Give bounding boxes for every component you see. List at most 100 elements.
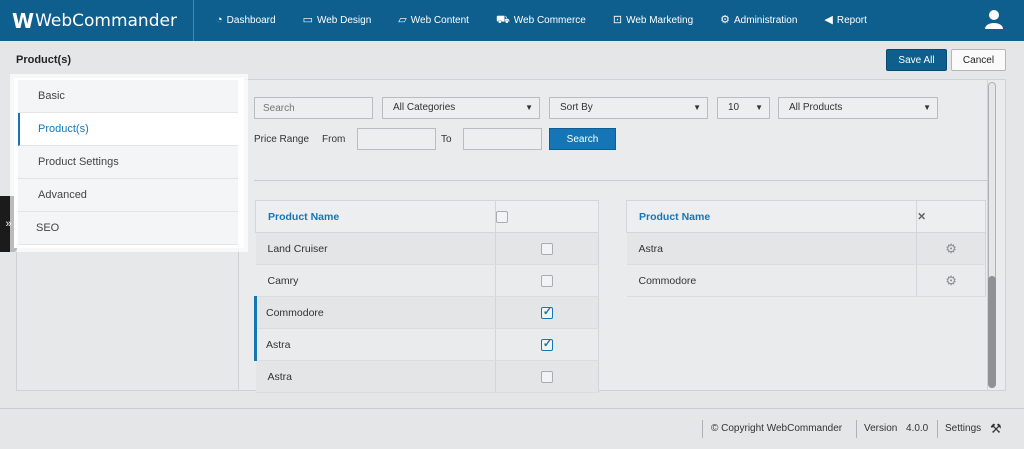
cart-icon: ⛟ [495,14,510,26]
logo-mark: W [12,8,34,33]
table-row[interactable]: Astra [254,328,600,361]
table-row[interactable]: Astra ⚙ [626,232,986,265]
page-title: Product(s) [16,54,71,66]
footer-separator [937,420,938,438]
price-range-label: Price Range [254,134,310,145]
checkbox-cell [495,328,600,361]
caret-down-icon: ▼ [755,103,763,112]
search-button[interactable]: Search [549,128,616,150]
sidemenu-item-products[interactable]: Product(s) [18,113,238,146]
settings-wrench-icon[interactable]: ⚒ [990,421,1002,437]
sidemenu-item-advanced[interactable]: Advanced [18,179,238,212]
to-label: To [441,134,452,145]
row-checkbox[interactable] [540,242,553,255]
nav-report[interactable]: ◀ Report [824,0,866,41]
product-name-cell: Astra [626,232,918,265]
table-row[interactable]: Astra [255,360,600,393]
price-from-input[interactable] [357,128,436,150]
footer: © Copyright WebCommander Version 4.0.0 S… [0,408,1024,449]
product-name-cell: Astra [255,360,496,393]
settings-cell: ⚙ [916,264,986,297]
search-input[interactable] [254,97,373,119]
remove-all-icon[interactable]: ✕ [917,211,926,223]
nav-label: Web Commerce [513,15,586,26]
caret-down-icon: ▼ [923,103,931,112]
save-all-button[interactable]: Save All [886,49,947,71]
chart-icon: ⊡ [612,14,623,26]
nav-web-content[interactable]: ▱ Web Content [398,0,469,41]
main-nav: ◔ Dashboard ▭ Web Design ▱ Web Content ⛟ Web… [216,0,894,41]
user-avatar-icon[interactable] [984,9,1004,33]
cancel-button[interactable]: Cancel [951,49,1006,71]
copyright-text: © Copyright WebCommander [711,423,843,434]
nav-web-marketing[interactable]: ⊡ Web Marketing [613,0,693,41]
nav-administration[interactable]: ⚙ Administration [720,0,797,41]
checkbox-cell [495,296,600,329]
nav-web-commerce[interactable]: ⛟ Web Commerce [496,0,586,41]
sidemenu-item-product-settings[interactable]: Product Settings [18,146,238,179]
nav-dashboard[interactable]: ◔ Dashboard [216,0,276,41]
nav-label: Report [836,15,867,26]
checkbox-cell [495,264,600,297]
row-checkbox-checked[interactable] [540,305,553,319]
available-products-table: Product Name Land Cruiser Camry Commodor… [254,200,600,393]
remove-all-header[interactable]: ✕ [916,200,986,233]
monitor-icon: ▭ [302,14,313,26]
sidemenu-item-seo[interactable]: SEO [18,212,238,245]
nav-label: Web Marketing [626,15,694,26]
version-label: Version [864,423,898,434]
category-select[interactable]: All Categories ▼ [382,97,540,119]
product-filter-value: All Products [789,102,843,113]
table-row[interactable]: Land Cruiser [255,232,600,265]
product-name-column-header[interactable]: Product Name [625,200,918,233]
sort-select[interactable]: Sort By ▼ [549,97,708,119]
gear-icon[interactable]: ⚙ [945,241,957,256]
from-label: From [322,134,346,145]
product-filter-select[interactable]: All Products ▼ [778,97,938,119]
checkbox-cell [495,232,600,265]
dashboard-icon: ◔ [216,14,223,26]
row-checkbox-checked[interactable] [540,337,553,351]
settings-cell: ⚙ [916,232,986,265]
gear-icon[interactable]: ⚙ [945,273,957,288]
checkbox-cell [495,360,600,393]
row-checkbox[interactable] [540,370,553,383]
category-select-value: All Categories [393,102,456,113]
sort-select-value: Sort By [560,102,593,113]
outer-scrollbar[interactable] [987,80,1001,390]
page-size-select[interactable]: 10 ▼ [717,97,770,119]
product-name-cell: Commodore [254,296,496,329]
table-row[interactable]: Commodore [254,296,600,329]
selected-products-table: Product Name ✕ Astra ⚙ Commodore ⚙ [625,200,986,297]
megaphone-icon: ◀ [824,14,833,26]
filter-divider [254,180,988,181]
table-row[interactable]: Camry [255,264,600,297]
sidemenu-item-basic[interactable]: Basic [18,80,238,113]
product-name-cell: Astra [254,328,496,361]
nav-label: Web Design [316,15,372,26]
nav-label: Administration [734,15,798,26]
product-name-column-header[interactable]: Product Name [255,200,496,233]
gear-icon: ⚙ [720,14,731,26]
nav-label: Dashboard [226,15,276,26]
price-to-input[interactable] [463,128,542,150]
nav-web-design[interactable]: ▭ Web Design [303,0,372,41]
product-name-cell: Land Cruiser [255,232,496,265]
app-logo[interactable]: W WebCommander [0,0,194,41]
product-name-cell: Commodore [626,264,918,297]
caret-down-icon: ▼ [693,103,701,112]
folder-icon: ▱ [398,14,407,26]
footer-separator [702,420,703,438]
row-checkbox[interactable] [540,274,553,287]
page-size-value: 10 [728,102,740,113]
nav-label: Web Content [410,15,469,26]
select-all-checkbox[interactable] [495,210,508,223]
settings-link[interactable]: Settings [945,423,981,434]
caret-down-icon: ▼ [525,103,533,112]
top-navigation-bar: W WebCommander ◔ Dashboard ▭ Web Design ▱ W… [0,0,1024,41]
footer-separator [856,420,857,438]
table-row[interactable]: Commodore ⚙ [626,264,986,297]
side-menu: Basic Product(s) Product Settings Advanc… [14,78,244,248]
select-all-header[interactable] [494,200,600,233]
logo-text: WebCommander [35,10,177,31]
